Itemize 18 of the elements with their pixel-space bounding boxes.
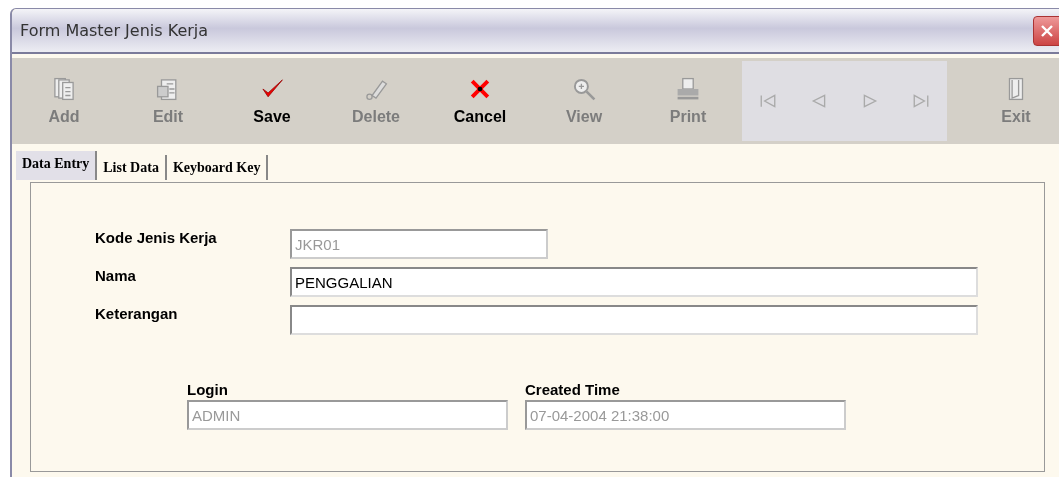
input-field[interactable]: PENGGALIAN [290,267,978,297]
close-button[interactable] [1033,15,1059,46]
printer-icon [675,76,701,102]
skip-icon [912,93,931,109]
input-field[interactable] [290,305,978,335]
field-label: Created Time [525,381,621,398]
cancel-button[interactable]: Cancel [428,61,532,141]
skip-icon [758,93,777,109]
close-icon [1040,23,1054,38]
pages-icon [51,76,77,102]
field-label: Keterangan [95,305,179,322]
save-button[interactable]: Save [220,61,324,141]
zoom-in-icon [571,76,597,102]
field-label: Nama [95,267,137,284]
window-title: Form Master Jenis Kerja [19,21,209,40]
tab[interactable]: Data Entry [16,151,98,180]
field-label: Login [187,381,229,398]
field-label: Kode Jenis Kerja [95,229,218,246]
